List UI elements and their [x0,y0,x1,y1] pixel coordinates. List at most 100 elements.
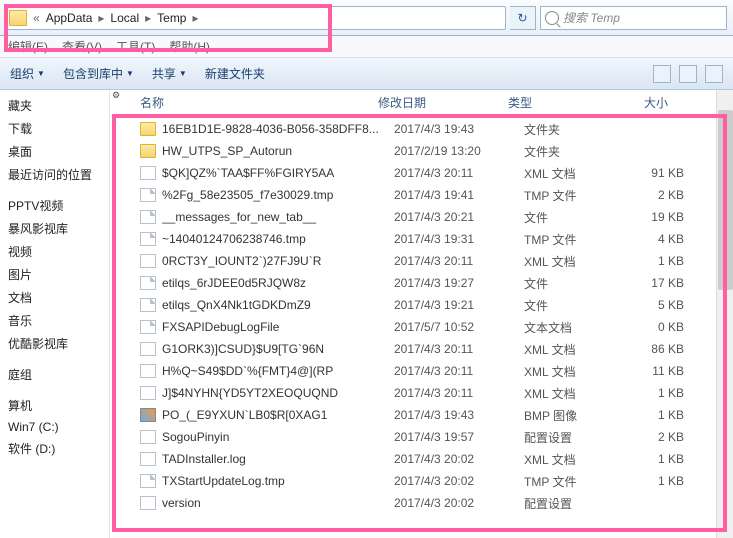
file-size: 1 KB [624,408,694,422]
breadcrumb[interactable]: « AppData ▸ Local ▸ Temp ▸ [6,6,506,30]
menu-help[interactable]: 帮助(H) [169,38,210,55]
file-date: 2017/5/7 10:52 [394,320,524,334]
file-type: 文件夹 [524,143,624,160]
file-row[interactable]: TADInstaller.log2017/4/3 20:02XML 文档1 KB [110,448,733,470]
col-size[interactable]: 大小 [608,94,678,111]
search-input[interactable]: 搜索 Temp [540,6,727,30]
file-icon [140,210,156,224]
file-row[interactable]: SogouPinyin2017/4/3 19:57配置设置2 KB [110,426,733,448]
help-button[interactable] [705,65,723,83]
organize-button[interactable]: 组织▼ [10,65,45,82]
cfg-icon [140,430,156,444]
file-row[interactable]: G1ORK3)]CSUD}$U9[TG`96N2017/4/3 20:11XML… [110,338,733,360]
file-row[interactable]: HW_UTPS_SP_Autorun2017/2/19 13:20文件夹 [110,140,733,162]
nav-music[interactable]: 音乐 [2,309,107,332]
nav-favorites[interactable]: 藏夹 [2,94,107,117]
folder-icon [140,144,156,158]
file-name: H%Q~S49$DD`%{FMT}4@](RP [162,364,394,378]
file-date: 2017/4/3 20:11 [394,166,524,180]
menu-tools[interactable]: 工具(T) [116,38,155,55]
file-date: 2017/4/3 20:02 [394,474,524,488]
file-name: __messages_for_new_tab__ [162,210,394,224]
file-rows: 16EB1D1E-9828-4036-B056-358DFF8...2017/4… [110,116,733,514]
file-type: BMP 图像 [524,407,624,424]
file-size: 2 KB [624,430,694,444]
file-type: 文本文档 [524,319,624,336]
folder-icon [9,10,27,26]
crumb-local[interactable]: Local [108,11,141,25]
file-icon [140,276,156,290]
menu-edit[interactable]: 编辑(E) [8,38,48,55]
file-type: XML 文档 [524,253,624,270]
nav-homegroup[interactable]: 庭组 [2,363,107,386]
folder-icon [140,122,156,136]
file-type: 配置设置 [524,429,624,446]
file-name: %2Fg_58e23505_f7e30029.tmp [162,188,394,202]
file-type: 配置设置 [524,495,624,512]
include-library-button[interactable]: 包含到库中▼ [63,65,134,82]
file-row[interactable]: PO_(_E9YXUN`LB0$R[0XAG12017/4/3 19:43BMP… [110,404,733,426]
preview-pane-button[interactable] [679,65,697,83]
col-date[interactable]: 修改日期 [378,94,508,111]
crumb-appdata[interactable]: AppData [44,11,95,25]
file-row[interactable]: J]$4NYHN{YD5YT2XEOQUQND2017/4/3 20:11XML… [110,382,733,404]
file-row[interactable]: FXSAPIDebugLogFile2017/5/7 10:52文本文档0 KB [110,316,733,338]
file-row[interactable]: $QK]QZ%`TAA$FF%FGIRY5AA2017/4/3 20:11XML… [110,162,733,184]
share-button[interactable]: 共享▼ [152,65,187,82]
xml-icon [140,166,156,180]
nav-computer[interactable]: 算机 [2,394,107,417]
nav-videos[interactable]: 视频 [2,240,107,263]
file-date: 2017/4/3 20:21 [394,210,524,224]
file-date: 2017/4/3 19:41 [394,188,524,202]
file-type: TMP 文件 [524,473,624,490]
file-row[interactable]: 16EB1D1E-9828-4036-B056-358DFF8...2017/4… [110,118,733,140]
crumb-temp[interactable]: Temp [155,11,188,25]
file-icon [140,474,156,488]
nav-drive-c[interactable]: Win7 (C:) [2,417,107,437]
new-folder-button[interactable]: 新建文件夹 [205,65,265,82]
file-row[interactable]: %2Fg_58e23505_f7e30029.tmp2017/4/3 19:41… [110,184,733,206]
file-size: 1 KB [624,254,694,268]
refresh-button[interactable]: ↻ [510,6,536,30]
nav-pictures[interactable]: 图片 [2,263,107,286]
file-row[interactable]: ~14040124706238746.tmp2017/4/3 19:31TMP … [110,228,733,250]
file-type: TMP 文件 [524,187,624,204]
bmp-icon [140,408,156,422]
file-date: 2017/4/3 19:43 [394,408,524,422]
nav-baofeng[interactable]: 暴风影视库 [2,217,107,240]
file-name: HW_UTPS_SP_Autorun [162,144,394,158]
nav-pptv[interactable]: PPTV视频 [2,194,107,217]
file-name: 0RCT3Y_IOUNT2`)27FJ9U`R [162,254,394,268]
scrollbar-thumb[interactable] [718,110,733,290]
file-row[interactable]: __messages_for_new_tab__2017/4/3 20:21文件… [110,206,733,228]
view-options-button[interactable] [653,65,671,83]
file-type: 文件夹 [524,121,624,138]
file-size: 1 KB [624,386,694,400]
nav-drive-d[interactable]: 软件 (D:) [2,437,107,460]
col-name[interactable]: 名称 [140,94,378,111]
nav-documents[interactable]: 文档 [2,286,107,309]
nav-downloads[interactable]: 下载 [2,117,107,140]
menu-view[interactable]: 查看(V) [62,38,102,55]
file-date: 2017/4/3 20:02 [394,496,524,510]
file-type: XML 文档 [524,165,624,182]
xml-icon [140,342,156,356]
file-row[interactable]: 0RCT3Y_IOUNT2`)27FJ9U`R2017/4/3 20:11XML… [110,250,733,272]
nav-recent[interactable]: 最近访问的位置 [2,163,107,186]
nav-youku[interactable]: 优酷影视库 [2,332,107,355]
nav-desktop[interactable]: 桌面 [2,140,107,163]
file-row[interactable]: version2017/4/3 20:02配置设置 [110,492,733,514]
col-type[interactable]: 类型 [508,94,608,111]
file-type: 文件 [524,275,624,292]
file-date: 2017/4/3 19:43 [394,122,524,136]
file-row[interactable]: etilqs_QnX4Nk1tGDKDmZ92017/4/3 19:21文件5 … [110,294,733,316]
file-row[interactable]: TXStartUpdateLog.tmp2017/4/3 20:02TMP 文件… [110,470,733,492]
xml-icon [140,386,156,400]
scrollbar[interactable] [716,90,733,538]
file-row[interactable]: etilqs_6rJDEE0d5RJQW8z2017/4/3 19:27文件17… [110,272,733,294]
chevron-down-icon: ▼ [37,69,45,78]
file-date: 2017/2/19 13:20 [394,144,524,158]
file-row[interactable]: H%Q~S49$DD`%{FMT}4@](RP2017/4/3 20:11XML… [110,360,733,382]
refresh-icon: ↻ [517,11,527,25]
file-type: TMP 文件 [524,231,624,248]
